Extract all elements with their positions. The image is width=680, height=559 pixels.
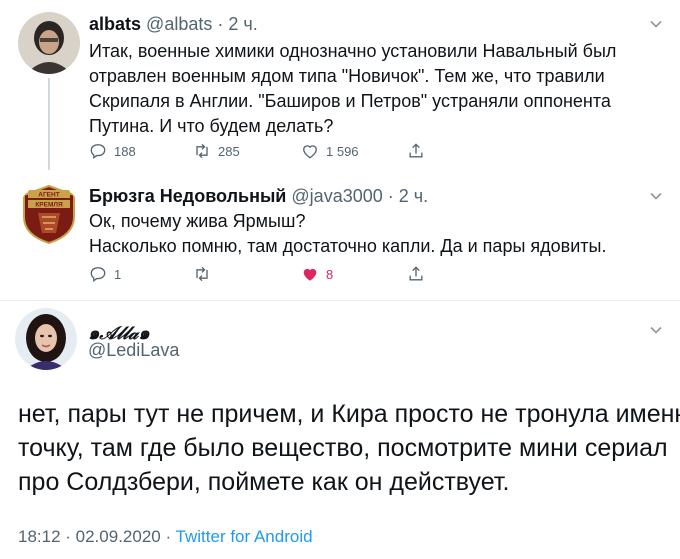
like-button[interactable]: 1 596: [300, 140, 359, 162]
retweet-icon: [196, 143, 208, 159]
tweet-actions: 188 285 1 596: [88, 140, 428, 162]
share-button[interactable]: [406, 263, 426, 285]
retweet-button[interactable]: 285: [192, 140, 240, 162]
share-icon: [409, 143, 423, 158]
like-count: 8: [326, 266, 334, 282]
author-name[interactable]: albats: [89, 14, 141, 34]
chevron-down-icon[interactable]: [648, 188, 664, 204]
author-handle[interactable]: @LediLava: [88, 340, 179, 361]
tweet-text: Ок, почему жива Ярмыш? Насколько помню, …: [89, 211, 607, 256]
author-name[interactable]: Брюзга Недовольный: [89, 186, 286, 206]
like-button[interactable]: 8: [300, 263, 333, 285]
separator: ·: [387, 186, 394, 206]
reply-button[interactable]: 188: [88, 140, 136, 162]
share-icon: [409, 266, 423, 281]
like-count: 1 596: [326, 143, 359, 159]
reply-count: 188: [114, 143, 136, 159]
author-handle[interactable]: @java3000: [291, 186, 382, 206]
separator: ·: [217, 14, 224, 34]
tweet-time[interactable]: 2 ч.: [228, 14, 257, 34]
chevron-down-icon[interactable]: [648, 16, 664, 32]
share-button[interactable]: [406, 140, 426, 162]
tweet-meta: 18:12 · 02.09.2020 · Twitter for Android: [18, 527, 313, 547]
heart-icon: [303, 145, 317, 159]
tweet-text: Итак, военные химики однозначно установи…: [89, 41, 617, 136]
reply-icon: [90, 267, 106, 282]
avatar-ledilava[interactable]: [15, 308, 77, 370]
tweet-time[interactable]: 2 ч.: [399, 186, 428, 206]
tweet-source-link[interactable]: Twitter for Android: [176, 527, 313, 546]
author-handle[interactable]: @albats: [146, 14, 212, 34]
tweet-timestamp[interactable]: 18:12 · 02.09.2020 ·: [18, 527, 171, 546]
heart-filled-icon: [303, 268, 317, 281]
tweet-text: нет, пары тут не причем, и Кира просто н…: [18, 400, 680, 496]
reply-count: 1: [114, 266, 122, 282]
retweet-count: 285: [218, 143, 240, 159]
reply-icon: [90, 144, 106, 159]
retweet-button[interactable]: [192, 263, 212, 285]
tweet-actions: 1 8: [88, 263, 428, 285]
avatar-albats[interactable]: [18, 12, 80, 74]
avatar-badge-top-text: АГЕНТ: [38, 192, 59, 199]
retweet-icon: [196, 266, 208, 282]
thread-line: [48, 78, 50, 170]
divider: [0, 300, 680, 301]
chevron-down-icon[interactable]: [648, 322, 664, 338]
avatar-java3000[interactable]: АГЕНТ КРЕМЛЯ: [18, 183, 80, 245]
reply-button[interactable]: 1: [88, 263, 121, 285]
avatar-badge-bottom-text: КРЕМЛЯ: [35, 202, 63, 209]
